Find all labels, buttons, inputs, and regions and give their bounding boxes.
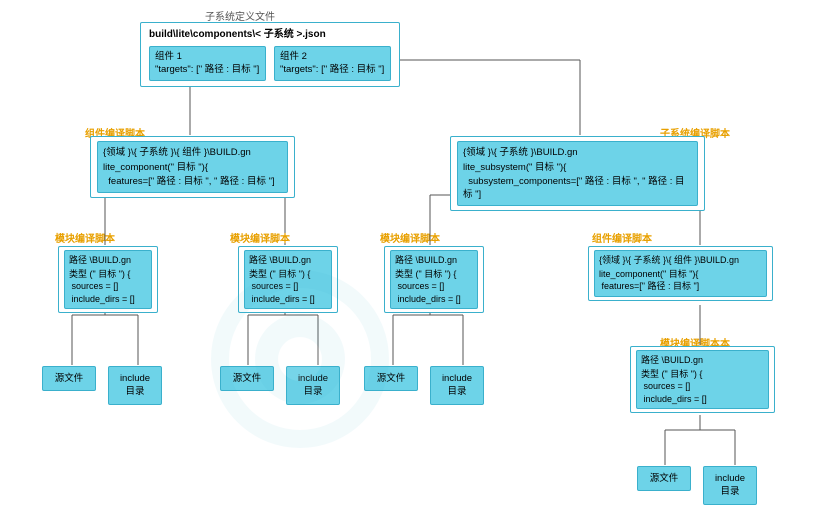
include1-text: include目录 — [120, 373, 150, 397]
module4-node: 路径 \BUILD.gn 类型 (" 目标 ") { sources = [] … — [630, 346, 775, 413]
root-node: build\lite\components\< 子系统 >.json 组件 1"… — [140, 22, 400, 87]
source3-node: 源文件 — [364, 366, 418, 391]
include3-text: include目录 — [442, 373, 472, 397]
include4-node: include目录 — [703, 466, 757, 505]
component2-node: 组件 2"targets": [" 路径 : 目标 "] — [274, 46, 391, 81]
component-build2-code: lite_component(" 目标 "){ features=[" 路径 :… — [599, 268, 762, 293]
module2-title: 路径 \BUILD.gn — [249, 254, 327, 267]
component-build-code: lite_component(" 目标 "){ features=[" 路径 :… — [103, 161, 282, 188]
component1-text: 组件 1"targets": [" 路径 : 目标 "] — [155, 51, 259, 75]
component-build2-title: {领域 }\{ 子系统 }\{ 组件 }\BUILD.gn — [599, 254, 762, 267]
root-title: build\lite\components\< 子系统 >.json — [149, 28, 391, 42]
module4-code: 类型 (" 目标 ") { sources = [] include_dirs … — [641, 368, 764, 406]
component2-text: 组件 2"targets": [" 路径 : 目标 "] — [280, 51, 384, 75]
source2-text: 源文件 — [233, 373, 262, 384]
include4-text: include目录 — [715, 473, 745, 497]
source4-text: 源文件 — [650, 473, 679, 484]
module2-inner: 路径 \BUILD.gn 类型 (" 目标 ") { sources = [] … — [244, 250, 332, 309]
source2-node: 源文件 — [220, 366, 274, 391]
diagram-container: 子系统定义文件 build\lite\components\< 子系统 >.js… — [0, 0, 820, 519]
module3-code: 类型 (" 目标 ") { sources = [] include_dirs … — [395, 268, 473, 306]
include2-node: include目录 — [286, 366, 340, 405]
module1-title: 路径 \BUILD.gn — [69, 254, 147, 267]
component-build2-inner: {领域 }\{ 子系统 }\{ 组件 }\BUILD.gn lite_compo… — [594, 250, 767, 297]
module2-node: 路径 \BUILD.gn 类型 (" 目标 ") { sources = [] … — [238, 246, 338, 313]
label-subsystem-def: 子系统定义文件 — [205, 8, 275, 23]
component-build-inner: {领域 }\{ 子系统 }\{ 组件 }\BUILD.gn lite_compo… — [97, 141, 288, 193]
source3-text: 源文件 — [377, 373, 406, 384]
include3-node: include目录 — [430, 366, 484, 405]
subsystem-build-inner: {领域 }\{ 子系统 }\BUILD.gn lite_subsystem(" … — [457, 141, 698, 206]
label-module-build2: 模块编译脚本 — [230, 230, 290, 245]
source1-text: 源文件 — [55, 373, 84, 384]
module3-title: 路径 \BUILD.gn — [395, 254, 473, 267]
subsystem-build-code: lite_subsystem(" 目标 "){ subsystem_compon… — [463, 161, 692, 201]
module2-code: 类型 (" 目标 ") { sources = [] include_dirs … — [249, 268, 327, 306]
component-build-title: {领域 }\{ 子系统 }\{ 组件 }\BUILD.gn — [103, 146, 282, 159]
label-module-build1: 模块编译脚本 — [55, 230, 115, 245]
component-build-node: {领域 }\{ 子系统 }\{ 组件 }\BUILD.gn lite_compo… — [90, 136, 295, 198]
include2-text: include目录 — [298, 373, 328, 397]
include1-node: include目录 — [108, 366, 162, 405]
component-build2-node: {领域 }\{ 子系统 }\{ 组件 }\BUILD.gn lite_compo… — [588, 246, 773, 301]
component1-node: 组件 1"targets": [" 路径 : 目标 "] — [149, 46, 266, 81]
source1-node: 源文件 — [42, 366, 96, 391]
module1-code: 类型 (" 目标 ") { sources = [] include_dirs … — [69, 268, 147, 306]
module1-inner: 路径 \BUILD.gn 类型 (" 目标 ") { sources = [] … — [64, 250, 152, 309]
module1-node: 路径 \BUILD.gn 类型 (" 目标 ") { sources = [] … — [58, 246, 158, 313]
subsystem-build-title: {领域 }\{ 子系统 }\BUILD.gn — [463, 146, 692, 159]
subsystem-build-node: {领域 }\{ 子系统 }\BUILD.gn lite_subsystem(" … — [450, 136, 705, 211]
module3-inner: 路径 \BUILD.gn 类型 (" 目标 ") { sources = [] … — [390, 250, 478, 309]
label-module-build3: 模块编译脚本 — [380, 230, 440, 245]
module3-node: 路径 \BUILD.gn 类型 (" 目标 ") { sources = [] … — [384, 246, 484, 313]
module4-title: 路径 \BUILD.gn — [641, 354, 764, 367]
label-component-build2: 组件编译脚本 — [592, 230, 652, 245]
module4-inner: 路径 \BUILD.gn 类型 (" 目标 ") { sources = [] … — [636, 350, 769, 409]
source4-node: 源文件 — [637, 466, 691, 491]
